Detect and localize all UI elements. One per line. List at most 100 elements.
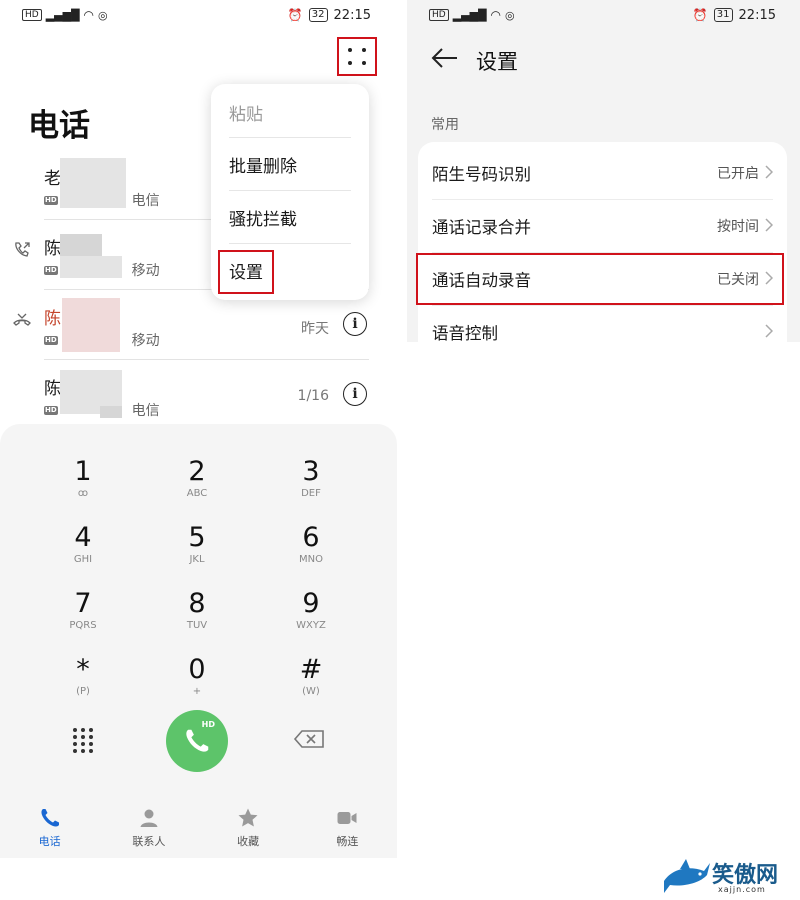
key-5[interactable]: 5 JKL xyxy=(147,522,247,582)
key-7[interactable]: 7 PQRS xyxy=(33,588,133,648)
status-bar-right: ⏰ 31 22:15 xyxy=(693,0,776,30)
menu-item-paste[interactable]: 粘贴 xyxy=(229,86,351,139)
call-button[interactable]: HD xyxy=(166,710,228,772)
alarm-icon: ⏰ xyxy=(692,8,708,22)
nav-label: 畅连 xyxy=(336,834,359,848)
hd-badge: HD xyxy=(44,195,58,205)
contact-name: 老 xyxy=(44,169,61,189)
watermark-url: xajjn.com xyxy=(718,885,766,894)
nav-label: 收藏 xyxy=(237,834,260,848)
phone-app-screen: HD ▂▄▆█ ◠ ◎ ⏰ 32 22:15 电话 老 HD 电信 陈 HD 移… xyxy=(0,0,397,858)
call-log-row[interactable]: 陈 HD 移动 昨天 i xyxy=(0,290,397,360)
setting-value: 按时间 xyxy=(717,219,759,235)
info-icon[interactable]: i xyxy=(343,382,367,406)
nav-label: 电话 xyxy=(38,834,61,848)
settings-highlight-box xyxy=(218,250,274,294)
carrier-label: 电信 xyxy=(131,193,160,209)
page-title: 电话 xyxy=(28,108,90,144)
contacts-icon xyxy=(140,809,158,827)
call-sub-info: HD 移动 xyxy=(44,330,160,350)
key-9[interactable]: 9 WXYZ xyxy=(261,588,361,648)
clock: 22:15 xyxy=(333,7,371,23)
nfc-icon: ◎ xyxy=(98,8,108,22)
key-3[interactable]: 3 DEF xyxy=(261,456,361,516)
status-bar-left: HD ▂▄▆█ ◠ ◎ xyxy=(22,0,108,30)
section-header: 常用 xyxy=(431,117,459,133)
status-bar-right: ⏰ 32 22:15 xyxy=(288,0,371,30)
nfc-icon: ◎ xyxy=(505,8,515,22)
settings-card: 陌生号码识别 已开启 通话记录合并 按时间 通话自动录音 已关闭 语音控制 xyxy=(418,142,787,342)
hd-badge: HD xyxy=(44,405,58,415)
carrier-label: 移动 xyxy=(131,263,160,279)
key-6[interactable]: 6 MNO xyxy=(261,522,361,582)
carrier-label: 电信 xyxy=(131,403,160,419)
setting-label: 语音控制 xyxy=(432,324,498,342)
call-sub-info: HD 移动 xyxy=(44,260,160,280)
screenshot-composite: HD ▂▄▆█ ◠ ◎ ⏰ 32 22:15 电话 老 HD 电信 陈 HD 移… xyxy=(0,0,800,900)
signal-icon: ▂▄▆█ xyxy=(45,8,80,22)
redacted-name xyxy=(60,234,102,256)
carrier-label: 移动 xyxy=(131,333,160,349)
star-icon xyxy=(238,808,258,826)
call-sub-info: HD 电信 xyxy=(44,190,160,210)
key-hash[interactable]: # (W) xyxy=(261,654,361,714)
setting-call-log-merge[interactable]: 通话记录合并 按时间 xyxy=(418,199,787,252)
contact-name: 陈 xyxy=(44,309,61,329)
nav-label: 联系人 xyxy=(132,834,166,848)
wifi-icon: ◠ xyxy=(490,8,502,22)
incoming-call-icon xyxy=(15,242,30,257)
setting-unknown-number-id[interactable]: 陌生号码识别 已开启 xyxy=(418,146,787,199)
contact-name: 陈 xyxy=(44,379,61,399)
bottom-navigation: 电话 联系人 收藏 畅连 xyxy=(0,796,397,858)
hd-indicator: HD xyxy=(429,9,449,21)
battery-indicator: 32 xyxy=(308,8,328,22)
site-watermark: 笑傲网 xajjn.com xyxy=(660,855,800,900)
key-2[interactable]: 2 ABC xyxy=(147,456,247,516)
setting-voice-control[interactable]: 语音控制 xyxy=(418,305,787,342)
more-menu-button[interactable] xyxy=(337,37,377,76)
key-1[interactable]: 1ꝏ xyxy=(33,456,133,516)
nav-tab-contacts[interactable]: 联系人 xyxy=(99,796,198,858)
setting-label: 通话记录合并 xyxy=(432,218,531,237)
dialpad-grid-icon[interactable] xyxy=(64,724,102,756)
nav-tab-meetime[interactable]: 畅连 xyxy=(298,796,397,858)
hd-indicator: HD xyxy=(22,9,42,21)
hd-badge: HD xyxy=(201,720,215,729)
alarm-icon: ⏰ xyxy=(287,8,303,22)
menu-item-batch-delete[interactable]: 批量删除 xyxy=(229,138,351,191)
info-icon[interactable]: i xyxy=(343,312,367,336)
hd-badge: HD xyxy=(44,265,58,275)
call-settings-screen: HD ▂▄▆█ ◠ ◎ ⏰ 31 22:15 设置 常用 陌生号码识别 已开启 xyxy=(407,0,800,858)
chevron-right-icon xyxy=(765,324,773,338)
call-sub-info: HD 电信 xyxy=(44,400,160,420)
key-0[interactable]: 0 + xyxy=(147,654,247,714)
dialpad: 1ꝏ 2 ABC 3 DEF 4 GHI 5 JKL 6 MNO 7 PQRS 8 TUV 9… xyxy=(0,424,397,796)
chevron-right-icon xyxy=(765,165,773,179)
status-bar-left: HD ▂▄▆█ ◠ ◎ xyxy=(429,0,515,30)
back-arrow-icon[interactable] xyxy=(431,46,459,70)
nav-tab-favorites[interactable]: 收藏 xyxy=(199,796,298,858)
backspace-icon[interactable] xyxy=(292,726,328,752)
missed-call-icon xyxy=(13,313,31,326)
nav-tab-phone[interactable]: 电话 xyxy=(0,796,99,858)
key-4[interactable]: 4 GHI xyxy=(33,522,133,582)
call-log-row[interactable]: 陈 HD 电信 1/16 i xyxy=(0,360,397,430)
page-title: 设置 xyxy=(476,50,518,74)
more-icon xyxy=(347,48,367,65)
voicemail-icon: ꝏ xyxy=(77,488,89,499)
wifi-icon: ◠ xyxy=(83,8,95,22)
menu-item-harassment-block[interactable]: 骚扰拦截 xyxy=(229,191,351,244)
clock: 22:15 xyxy=(738,7,776,23)
hd-badge: HD xyxy=(44,335,58,345)
key-8[interactable]: 8 TUV xyxy=(147,588,247,648)
phone-icon xyxy=(41,808,59,827)
setting-label: 陌生号码识别 xyxy=(432,165,531,184)
key-star[interactable]: * (P) xyxy=(33,654,133,714)
call-date: 1/16 xyxy=(297,388,329,404)
contact-name: 陈 xyxy=(44,239,61,259)
auto-record-highlight-box xyxy=(416,253,784,305)
setting-value: 已开启 xyxy=(717,166,759,182)
chevron-right-icon xyxy=(765,218,773,232)
call-date: 昨天 xyxy=(301,321,329,337)
phone-handset-icon xyxy=(186,729,209,752)
